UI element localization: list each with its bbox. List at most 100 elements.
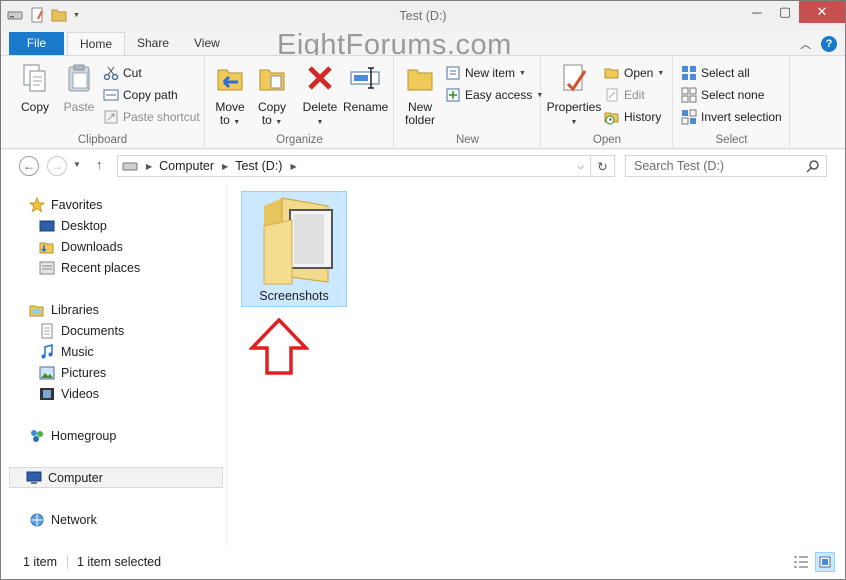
status-bar: 1 item 1 item selected [1, 546, 845, 579]
pictures-icon [39, 366, 55, 379]
group-open: Properties ▼ Open ▼ Edit History Open [542, 56, 673, 149]
paste-shortcut-label: Paste shortcut [123, 110, 200, 124]
forward-button[interactable]: → [47, 156, 67, 176]
breadcrumb-separator-icon[interactable]: ▶ [146, 162, 152, 171]
nav-homegroup[interactable]: Homegroup [29, 426, 116, 445]
red-up-arrow-icon [249, 318, 309, 375]
edit-icon [606, 88, 618, 102]
nav-favorites[interactable]: Favorites [29, 195, 102, 214]
select-none-button[interactable]: Select none [681, 86, 764, 104]
address-bar[interactable]: ▶ Computer ▶ Test (D:) ▶ ⌵ ↻ [117, 155, 615, 177]
homegroup-icon [31, 429, 43, 442]
window-controls: ─ ▢ ✕ [743, 1, 845, 23]
nav-videos[interactable]: Videos [39, 384, 99, 403]
select-group-label: Select [715, 134, 748, 146]
maximize-button[interactable]: ▢ [771, 1, 799, 23]
group-new: New folder New item ▼ Easy access ▼ New [395, 56, 543, 149]
new-folder-button[interactable]: New folder [401, 62, 439, 127]
invert-selection-button[interactable]: Invert selection [681, 108, 782, 126]
group-clipboard: Copy Paste Cut Copy path Paste shortcut … [1, 56, 205, 149]
star-icon [29, 196, 45, 213]
search-input[interactable]: Search Test (D:) [625, 155, 827, 177]
collapse-ribbon-icon[interactable]: ︿ [800, 36, 811, 52]
large-icons-view-button[interactable] [815, 552, 835, 572]
copy-path-label: Copy path [123, 88, 178, 102]
history-icon [604, 112, 619, 125]
new-item-button[interactable]: New item ▼ [445, 64, 526, 82]
rename-label: Rename [343, 100, 389, 114]
nav-computer[interactable]: Computer [9, 467, 223, 488]
new-folder-label-2: folder [404, 113, 436, 127]
search-icon[interactable] [806, 159, 820, 173]
nav-recent-places[interactable]: Recent places [39, 258, 140, 277]
item-count: 1 item [23, 555, 58, 569]
address-row: ← → ▼ ↑ ▶ Computer ▶ Test (D:) ▶ ⌵ ↻ Sea… [1, 150, 845, 184]
nav-network[interactable]: Network [29, 510, 97, 529]
copy-button[interactable]: Copy [15, 62, 55, 114]
large-icons-view-icon [819, 556, 831, 568]
rename-button[interactable]: Rename [343, 62, 389, 114]
open-label: Open [624, 66, 654, 80]
nav-libraries-label: Libraries [51, 302, 99, 317]
nav-pictures[interactable]: Pictures [39, 363, 106, 382]
copy-to-label-1: Copy [257, 100, 286, 114]
libraries-icon [29, 305, 44, 316]
documents-icon [41, 323, 53, 338]
paste-label: Paste [63, 100, 95, 114]
breadcrumb-separator-icon[interactable]: ▶ [290, 162, 296, 171]
copy-path-button[interactable]: Copy path [103, 86, 178, 104]
nav-music[interactable]: Music [39, 342, 94, 361]
nav-documents[interactable]: Documents [39, 321, 124, 340]
edit-button[interactable]: Edit [604, 86, 645, 104]
delete-button[interactable]: Delete ▼ [302, 62, 338, 129]
folder-item[interactable]: Screenshots [241, 191, 347, 307]
move-to-label-1: Move [215, 100, 245, 114]
delete-icon [308, 66, 332, 90]
easy-access-button[interactable]: Easy access ▼ [445, 86, 543, 104]
clipboard-group-label: Clipboard [77, 134, 128, 146]
address-dropdown-icon[interactable]: ⌵ [577, 161, 584, 172]
nav-libraries[interactable]: Libraries [29, 300, 99, 319]
history-button[interactable]: History [604, 108, 661, 126]
open-button[interactable]: Open ▼ [604, 64, 664, 82]
tab-view[interactable]: View [182, 32, 232, 55]
up-button[interactable]: ↑ [96, 157, 103, 172]
paste-button[interactable]: Paste [59, 62, 99, 114]
recent-locations-icon[interactable]: ▼ [73, 160, 81, 169]
group-organize: Move to ▼ Copy to ▼ Delete ▼ Rename Organiz… [206, 56, 394, 149]
nav-downloads[interactable]: Downloads [39, 237, 123, 256]
cut-label: Cut [123, 66, 142, 80]
back-button[interactable]: ← [19, 156, 39, 176]
nav-favorites-label: Favorites [51, 197, 103, 212]
copy-path-icon [103, 89, 119, 101]
copy-to-button[interactable]: Copy to ▼ [254, 62, 290, 129]
folder-name: Screenshots [259, 289, 329, 303]
ribbon: Copy Paste Cut Copy path Paste shortcut … [1, 55, 845, 149]
close-button[interactable]: ✕ [799, 1, 845, 23]
tab-home[interactable]: Home [67, 32, 126, 56]
tab-share[interactable]: Share [125, 32, 181, 55]
recent-places-icon [39, 261, 55, 274]
history-label: History [624, 110, 662, 124]
details-view-icon [794, 556, 808, 568]
new-item-icon [446, 66, 460, 80]
select-all-button[interactable]: Select all [681, 64, 750, 82]
copy-label: Copy [20, 100, 49, 114]
paste-shortcut-button[interactable]: Paste shortcut [103, 108, 200, 126]
breadcrumb-computer[interactable]: Computer [159, 159, 214, 173]
details-view-button[interactable] [791, 552, 811, 572]
tab-file[interactable]: File [9, 32, 64, 55]
refresh-icon[interactable]: ↻ [590, 156, 614, 176]
nav-music-label: Music [61, 344, 94, 359]
move-to-button[interactable]: Move to ▼ [212, 62, 248, 129]
open-icon [604, 68, 619, 79]
help-icon[interactable]: ? [821, 36, 837, 52]
nav-desktop[interactable]: Desktop [39, 216, 107, 235]
open-group-label: Open [592, 134, 622, 146]
breadcrumb-separator-icon[interactable]: ▶ [222, 162, 228, 171]
properties-button[interactable]: Properties ▼ [546, 62, 602, 129]
breadcrumb-drive[interactable]: Test (D:) [235, 159, 282, 173]
minimize-button[interactable]: ─ [743, 1, 771, 23]
cut-button[interactable]: Cut [103, 64, 142, 82]
copy-to-icon [259, 69, 285, 91]
